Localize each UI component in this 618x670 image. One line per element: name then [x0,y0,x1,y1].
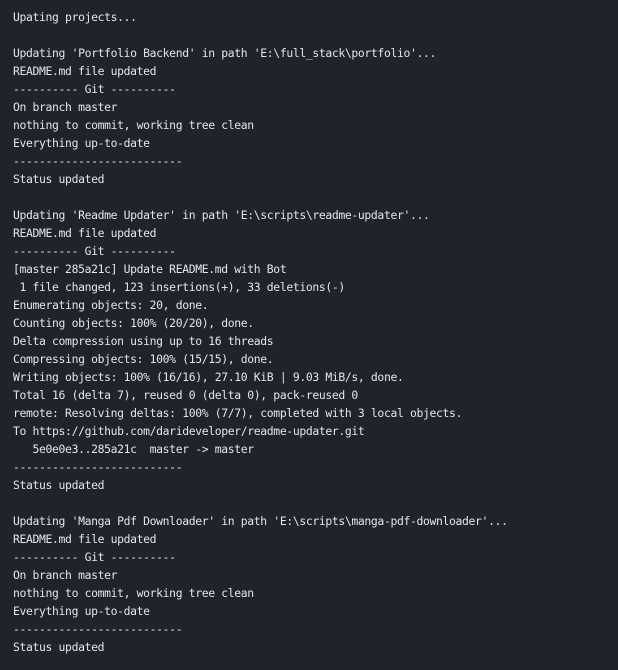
git-output-line: nothing to commit, working tree clean [13,118,254,132]
project-updating-line: Updating 'Readme Updater' in path 'E:\sc… [13,208,430,222]
git-output-line: Everything up-to-date [13,136,150,150]
git-output-line: To https://github.com/darideveloper/read… [13,424,365,438]
git-output-line: nothing to commit, working tree clean [13,586,254,600]
readme-updated-line: README.md file updated [13,226,157,240]
git-output-line: Compressing objects: 100% (15/15), done. [13,352,274,366]
git-output-line: Enumerating objects: 20, done. [13,298,209,312]
git-output-line: On branch master [13,100,118,114]
git-section-header: ---------- Git ---------- [13,82,176,96]
git-output-line: 1 file changed, 123 insertions(+), 33 de… [13,280,346,294]
git-output-line: Counting objects: 100% (20/20), done. [13,316,254,330]
project-updating-line: Updating 'Manga Pdf Downloader' in path … [13,514,508,528]
git-section-header: ---------- Git ---------- [13,244,176,258]
status-line: Status updated [13,640,105,654]
readme-updated-line: README.md file updated [13,64,157,78]
section-separator: -------------------------- [13,622,183,636]
git-output-line: Delta compression using up to 16 threads [13,334,274,348]
status-line: Status updated [13,478,105,492]
git-output-line: Everything up-to-date [13,604,150,618]
section-separator: -------------------------- [13,154,183,168]
project-updating-line: Updating 'Portfolio Backend' in path 'E:… [13,46,437,60]
git-output-line: Total 16 (delta 7), reused 0 (delta 0), … [13,388,358,402]
git-output-line: remote: Resolving deltas: 100% (7/7), co… [13,406,463,420]
status-line: Status updated [13,172,105,186]
terminal-output: Upating projects... Updating 'Portfolio … [0,0,618,670]
git-output-line: On branch master [13,568,118,582]
terminal-header: Upating projects... [13,10,137,24]
git-output-line: 5e0e0e3..285a21c master -> master [13,442,255,456]
git-output-line: [master 285a21c] Update README.md with B… [13,262,287,276]
section-separator: -------------------------- [13,460,183,474]
git-output-line: Writing objects: 100% (16/16), 27.10 KiB… [13,370,404,384]
readme-updated-line: README.md file updated [13,532,157,546]
git-section-header: ---------- Git ---------- [13,550,176,564]
